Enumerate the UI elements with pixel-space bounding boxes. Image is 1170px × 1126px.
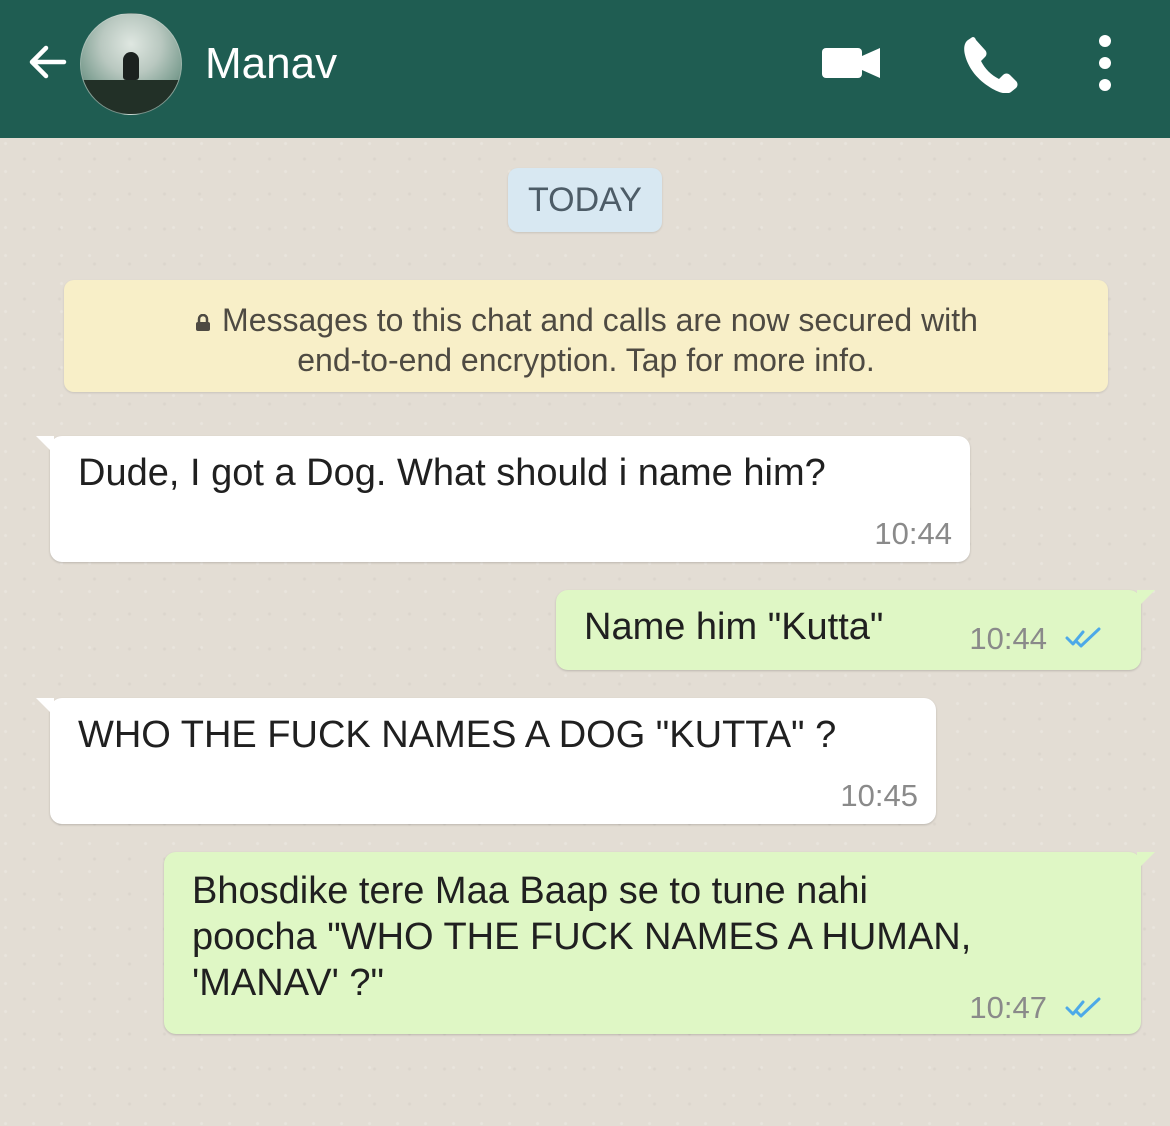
encryption-notice[interactable]: Messages to this chat and calls are now … — [64, 280, 1108, 392]
chat-header: Manav — [0, 0, 1170, 138]
outgoing-message-bubble[interactable]: Name him "Kutta" 10:44 — [556, 590, 1155, 670]
video-call-icon[interactable] — [820, 43, 884, 83]
outgoing-bubble-tail — [1137, 852, 1155, 870]
message-time: 10:44 — [969, 621, 1047, 656]
encryption-line-2: end-to-end encryption. Tap for more info… — [297, 342, 875, 378]
read-receipt-icon — [1065, 627, 1101, 648]
incoming-bubble-tail — [36, 698, 54, 716]
read-receipt-icon — [1065, 997, 1101, 1018]
contact-avatar[interactable] — [80, 13, 182, 115]
incoming-message-bubble[interactable]: WHO THE FUCK NAMES A DOG "KUTTA" ? 10:45 — [36, 698, 936, 824]
message-text: WHO THE FUCK NAMES A DOG "KUTTA" ? — [78, 714, 837, 756]
message-text: Name him "Kutta" — [584, 606, 884, 648]
message-text: Bhosdike tere Maa Baap se to tune nahi p… — [192, 870, 972, 1004]
message-text: Dude, I got a Dog. What should i name hi… — [78, 452, 826, 494]
message-time: 10:47 — [969, 990, 1047, 1025]
incoming-bubble-tail — [36, 436, 54, 454]
lock-icon — [194, 301, 212, 331]
more-vertical-icon[interactable] — [1092, 33, 1118, 93]
arrow-left-icon[interactable] — [22, 36, 74, 88]
avatar-person — [123, 52, 139, 80]
outgoing-message-bubble[interactable]: Bhosdike tere Maa Baap se to tune nahi p… — [164, 852, 1155, 1034]
date-badge: TODAY — [508, 168, 662, 232]
message-time: 10:45 — [840, 778, 918, 813]
incoming-message-bubble[interactable]: Dude, I got a Dog. What should i name hi… — [36, 436, 970, 562]
outgoing-bubble-tail — [1137, 590, 1155, 608]
message-time: 10:44 — [874, 516, 952, 551]
contact-name[interactable]: Manav — [205, 38, 337, 90]
phone-icon[interactable] — [958, 33, 1018, 94]
encryption-text: Messages to this chat and calls are now … — [96, 300, 1076, 380]
avatar-ground — [81, 80, 181, 114]
encryption-line-1: Messages to this chat and calls are now … — [222, 302, 978, 338]
